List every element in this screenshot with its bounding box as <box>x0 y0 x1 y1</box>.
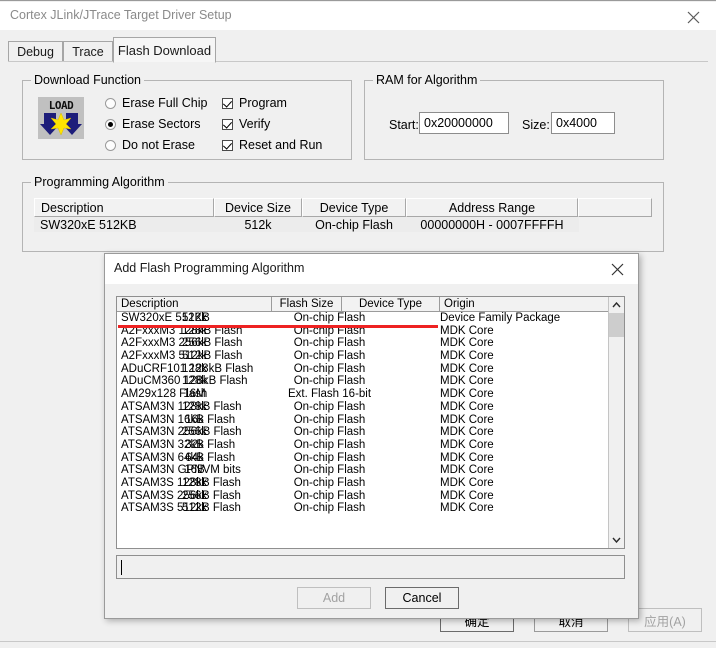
add-flash-algorithm-dialog: Add Flash Programming Algorithm Descript… <box>104 253 639 619</box>
close-icon[interactable] <box>671 3 716 31</box>
radio-erase-sectors-label: Erase Sectors <box>122 117 201 131</box>
tab-debug[interactable]: Debug <box>8 41 63 61</box>
window-title: Cortex JLink/JTrace Target Driver Setup <box>10 8 232 22</box>
cell-origin: MDK Core <box>440 502 494 515</box>
algorithm-list[interactable]: Description Flash Size Device Type Origi… <box>116 296 625 549</box>
column-header-origin[interactable]: Origin <box>440 297 609 312</box>
radio-erase-sectors[interactable]: Erase Sectors <box>105 117 201 131</box>
tab-strip: Debug Trace Flash Download <box>8 37 708 63</box>
tab-debug-label: Debug <box>17 44 54 59</box>
ram-size-label: Size: <box>522 118 550 132</box>
chevron-down-icon[interactable] <box>609 532 624 548</box>
ram-size-input[interactable]: 0x4000 <box>551 112 615 134</box>
column-header-device-size[interactable]: Device Size <box>214 198 302 217</box>
chevron-up-icon[interactable] <box>609 297 624 313</box>
column-header-description[interactable]: Description <box>117 297 272 312</box>
load-icon: LOAD <box>38 97 84 139</box>
checkbox-reset-and-run[interactable]: Reset and Run <box>222 138 322 152</box>
scrollbar-thumb[interactable] <box>609 313 624 337</box>
checkbox-program-indicator <box>222 97 233 109</box>
tab-flash-download-label: Flash Download <box>117 42 212 58</box>
status-bar <box>0 641 716 648</box>
radio-erase-full-chip-indicator <box>105 97 116 109</box>
algorithm-list-header: Description Flash Size Device Type Origi… <box>117 297 624 312</box>
text-caret <box>121 559 122 575</box>
ram-size-value: 0x4000 <box>556 116 598 130</box>
algorithm-list-scrollbar[interactable] <box>608 297 624 548</box>
column-header-device-type[interactable]: Device Type <box>342 297 440 312</box>
radio-do-not-erase-indicator <box>105 139 116 151</box>
table-header-row: Description Device Size Device Type Addr… <box>34 198 652 217</box>
checkbox-verify-label: Verify <box>239 117 271 131</box>
checkbox-reset-and-run-label: Reset and Run <box>239 138 323 152</box>
add-button: Add <box>297 587 371 609</box>
load-icon-label: LOAD <box>48 98 74 112</box>
column-header-address-range[interactable]: Address Range <box>406 198 578 217</box>
checkbox-verify[interactable]: Verify <box>222 117 270 131</box>
close-icon[interactable] <box>596 254 638 284</box>
apply-button: 应用(A) <box>628 608 702 632</box>
dialog-cancel-button-label: Cancel <box>402 591 442 605</box>
tab-trace[interactable]: Trace <box>63 41 113 61</box>
algorithm-filter-input[interactable] <box>116 555 625 579</box>
column-header-device-type[interactable]: Device Type <box>302 198 406 217</box>
dialog-cancel-button[interactable]: Cancel <box>385 587 459 609</box>
window-titlebar: Cortex JLink/JTrace Target Driver Setup <box>0 2 716 30</box>
ram-start-label: Start: <box>389 118 419 132</box>
radio-erase-full-chip-label: Erase Full Chip <box>122 96 208 110</box>
radio-do-not-erase-label: Do not Erase <box>122 138 195 152</box>
programming-algorithm-title: Programming Algorithm <box>31 175 168 189</box>
column-header-blank[interactable] <box>578 198 652 217</box>
radio-do-not-erase[interactable]: Do not Erase <box>105 138 195 152</box>
checkbox-reset-and-run-indicator <box>222 139 233 151</box>
ram-start-value: 0x20000000 <box>424 116 493 130</box>
programming-algorithm-table: Description Device Size Device Type Addr… <box>34 198 652 232</box>
tab-flash-download[interactable]: Flash Download <box>113 37 216 63</box>
tab-trace-label: Trace <box>72 44 104 59</box>
apply-button-label: 应用(A) <box>644 614 686 629</box>
checkbox-program[interactable]: Program <box>222 96 287 110</box>
add-button-label: Add <box>322 591 346 605</box>
column-header-flash-size[interactable]: Flash Size <box>272 297 342 312</box>
cell-flash-size: 512k <box>182 502 207 515</box>
red-annotation-underline <box>118 325 438 328</box>
checkbox-verify-indicator <box>222 118 233 130</box>
cell-device-size: 512k <box>244 217 272 232</box>
algorithm-list-rows: SW320xE 512KB 512k On-chip Flash Device Fam… <box>117 312 609 515</box>
cell-description: SW320xE 512KB <box>40 217 137 232</box>
radio-erase-sectors-indicator <box>105 118 116 130</box>
download-function-title: Download Function <box>31 73 145 87</box>
driver-setup-window: Cortex JLink/JTrace Target Driver Setup … <box>0 0 716 648</box>
checkbox-program-label: Program <box>239 96 287 110</box>
radio-erase-full-chip[interactable]: Erase Full Chip <box>105 96 207 110</box>
list-item[interactable]: ATSAM3S 512kB Flash 512k On-chip Flash MDK … <box>117 502 609 515</box>
dialog-titlebar: Add Flash Programming Algorithm <box>105 254 638 284</box>
cell-device-type: On-chip Flash <box>293 502 366 515</box>
column-header-description[interactable]: Description <box>34 198 214 217</box>
dialog-title: Add Flash Programming Algorithm <box>114 261 305 275</box>
cell-address-range: 00000000H - 0007FFFFH <box>420 217 564 232</box>
table-row[interactable]: SW320xE 512KB 512k On-chip Flash 0000000… <box>34 217 652 232</box>
cell-device-type: On-chip Flash <box>315 217 393 232</box>
ram-for-algorithm-title: RAM for Algorithm <box>373 73 481 87</box>
ram-start-input[interactable]: 0x20000000 <box>419 112 509 134</box>
